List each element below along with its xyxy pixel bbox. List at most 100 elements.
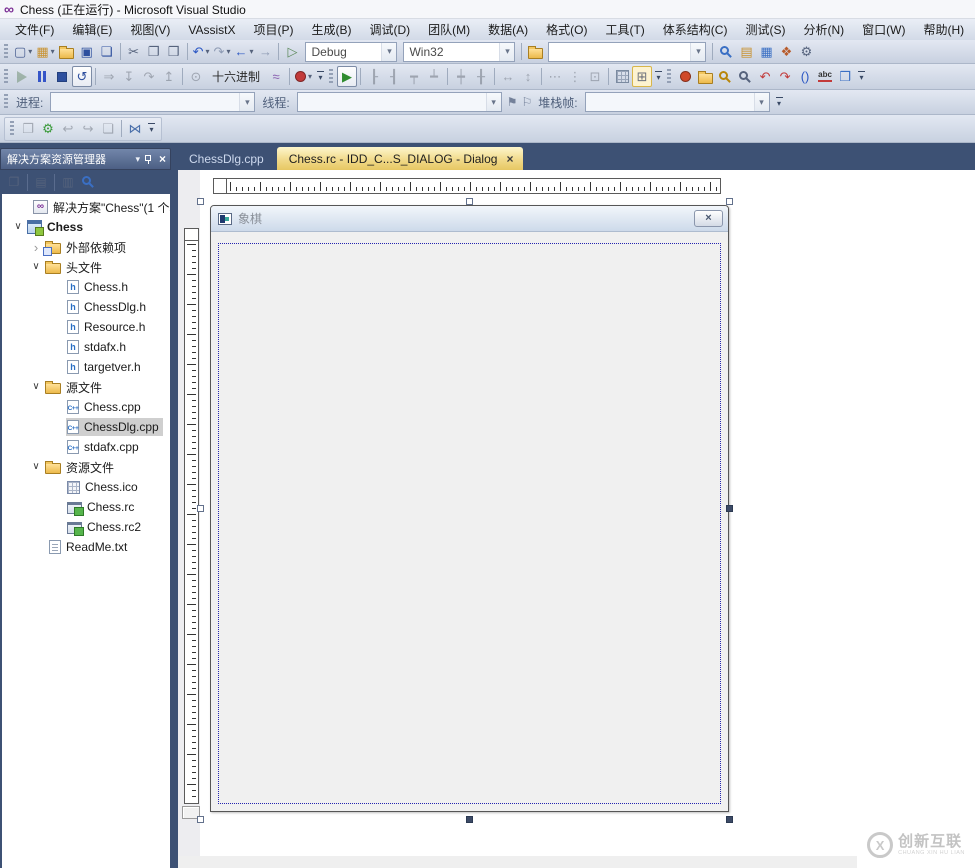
tree-item[interactable]: ∨Chess	[2, 217, 170, 237]
nav-doc-button[interactable]: ❐	[18, 118, 38, 139]
find-in-files-button[interactable]	[525, 41, 545, 62]
find-symbol-button[interactable]	[716, 41, 736, 62]
tree-item[interactable]: Chess.cpp	[2, 397, 170, 417]
configuration-combo[interactable]: Debug ▾	[305, 42, 397, 62]
tree-item[interactable]: Chess.ico	[2, 477, 170, 497]
tree-item[interactable]: ChessDlg.h	[2, 297, 170, 317]
menu-item[interactable]: 帮助(H)	[914, 19, 973, 40]
toggle-grid-button[interactable]	[612, 66, 632, 87]
breakpoint-time-button[interactable]: ⊙	[186, 66, 206, 87]
sync-class-view-button[interactable]: ⚙	[38, 118, 58, 139]
snippet-button[interactable]: ⋈	[125, 118, 145, 139]
va-find-symbol-button[interactable]	[735, 66, 755, 87]
thread-marker-button[interactable]: ≈	[266, 66, 286, 87]
menu-item[interactable]: 视图(V)	[121, 19, 179, 40]
tree-item[interactable]: ∨资源文件	[2, 457, 170, 477]
menu-item[interactable]: 项目(P)	[244, 19, 302, 40]
show-next-statement-button[interactable]: ⇒	[99, 66, 119, 87]
test-dialog-button[interactable]: ▶	[337, 66, 357, 87]
dialog-design-surface[interactable]: 象棋 ×	[210, 205, 729, 812]
menu-item[interactable]: 格式(O)	[537, 19, 596, 40]
step-over-button[interactable]: ↷	[139, 66, 159, 87]
selection-handle[interactable]	[466, 198, 473, 205]
align-rights-button[interactable]: ┨	[384, 66, 404, 87]
menu-item[interactable]: 窗口(W)	[853, 19, 914, 40]
menu-item[interactable]: 编辑(E)	[63, 19, 121, 40]
va-copy-button[interactable]: ❒	[835, 66, 855, 87]
expander-expanded-icon[interactable]: ∨	[28, 382, 44, 392]
save-all-button[interactable]: ❏	[97, 41, 117, 62]
data-sources-button[interactable]: ▦	[756, 41, 776, 62]
toolbar-grip[interactable]	[10, 121, 14, 137]
toolbar-grip[interactable]	[4, 44, 8, 60]
tree-item[interactable]: ∞解决方案"Chess"(1 个项目)	[2, 197, 170, 217]
vassistx-button[interactable]	[675, 66, 695, 87]
va-paren-button[interactable]: ()	[795, 66, 815, 87]
selection-handle[interactable]	[197, 198, 204, 205]
save-button[interactable]: ▣	[77, 41, 97, 62]
document-tab[interactable]: ChessDlg.cpp	[176, 147, 277, 170]
tree-item[interactable]: stdafx.h	[2, 337, 170, 357]
options-button[interactable]: ⚙	[796, 41, 816, 62]
stack-frame-combo[interactable]: ▾	[585, 92, 770, 112]
space-down-button[interactable]: ⋮	[565, 66, 585, 87]
compare-files-button[interactable]: ❖	[776, 41, 796, 62]
tree-item[interactable]: targetver.h	[2, 357, 170, 377]
se-find-button[interactable]	[78, 173, 98, 191]
menu-item[interactable]: 数据(A)	[479, 19, 537, 40]
redo-button[interactable]: ↷▾	[212, 41, 233, 62]
platform-combo[interactable]: Win32 ▾	[403, 42, 515, 62]
selection-handle[interactable]	[726, 816, 733, 823]
flag-icon[interactable]: ⚑	[507, 95, 518, 109]
tree-item[interactable]: ∨头文件	[2, 257, 170, 277]
va-redo-button[interactable]: ↷	[775, 66, 795, 87]
se-new-item-button[interactable]: ▤	[31, 173, 51, 191]
solution-explorer-header[interactable]: 解决方案资源管理器 ▾ ×	[0, 148, 171, 170]
dialog-close-button[interactable]: ×	[694, 210, 723, 227]
tree-item[interactable]: stdafx.cpp	[2, 437, 170, 457]
selection-handle[interactable]	[197, 505, 204, 512]
flag-outline-icon[interactable]: ⚐	[521, 95, 532, 109]
tree-item[interactable]: Resource.h	[2, 317, 170, 337]
find-combo[interactable]: ▾	[548, 42, 706, 62]
align-tops-button[interactable]: ┯	[404, 66, 424, 87]
va-spellcheck-button[interactable]: abc	[815, 66, 835, 87]
toolbar-grip[interactable]	[4, 94, 8, 110]
toolbar-grip[interactable]	[329, 69, 333, 85]
thread-combo[interactable]: ▾	[297, 92, 502, 112]
restart-button[interactable]: ↺	[72, 66, 92, 87]
menu-item[interactable]: 调试(D)	[360, 19, 419, 40]
open-file-button[interactable]	[57, 41, 77, 62]
se-pages-button[interactable]: ❐	[4, 173, 24, 191]
properties-window-button[interactable]: ▤	[736, 41, 756, 62]
forward-doc-button[interactable]: ↪	[78, 118, 98, 139]
selection-handle[interactable]	[726, 198, 733, 205]
tree-item[interactable]: ›外部依赖项	[2, 237, 170, 257]
same-width-button[interactable]: ↔	[498, 66, 518, 87]
size-to-content-button[interactable]: ⊡	[585, 66, 605, 87]
step-out-button[interactable]: ↥	[159, 66, 179, 87]
dialog-client-area[interactable]	[211, 232, 728, 811]
expander-collapsed-icon[interactable]: ›	[28, 241, 44, 254]
toolbar-grip[interactable]	[667, 69, 671, 85]
copy-doc-button[interactable]: ❏	[98, 118, 118, 139]
toolbar-overflow-button[interactable]: ▾	[776, 97, 783, 108]
center-vertical-button[interactable]: ╂	[471, 66, 491, 87]
close-icon[interactable]: ×	[159, 153, 166, 165]
selection-handle[interactable]	[466, 816, 473, 823]
stop-button[interactable]	[52, 66, 72, 87]
selection-handle[interactable]	[197, 816, 204, 823]
toolbar-overflow-button[interactable]: ▾	[317, 71, 324, 82]
toolbar-overflow-button[interactable]: ▾	[148, 123, 155, 134]
start-debug-button[interactable]: ▷	[282, 41, 302, 62]
tree-item[interactable]: ReadMe.txt	[2, 537, 170, 557]
navigate-forward-button[interactable]: →	[255, 41, 275, 62]
hex-button[interactable]: 十六进制	[206, 66, 266, 87]
document-tab[interactable]: Chess.rc - IDD_C...S_DIALOG - Dialog×	[277, 147, 524, 170]
va-open-file-button[interactable]	[695, 66, 715, 87]
align-lefts-button[interactable]: ┠	[364, 66, 384, 87]
align-bottoms-button[interactable]: ┷	[424, 66, 444, 87]
process-combo[interactable]: ▾	[50, 92, 255, 112]
tree-item[interactable]: Chess.h	[2, 277, 170, 297]
pause-button[interactable]	[32, 66, 52, 87]
